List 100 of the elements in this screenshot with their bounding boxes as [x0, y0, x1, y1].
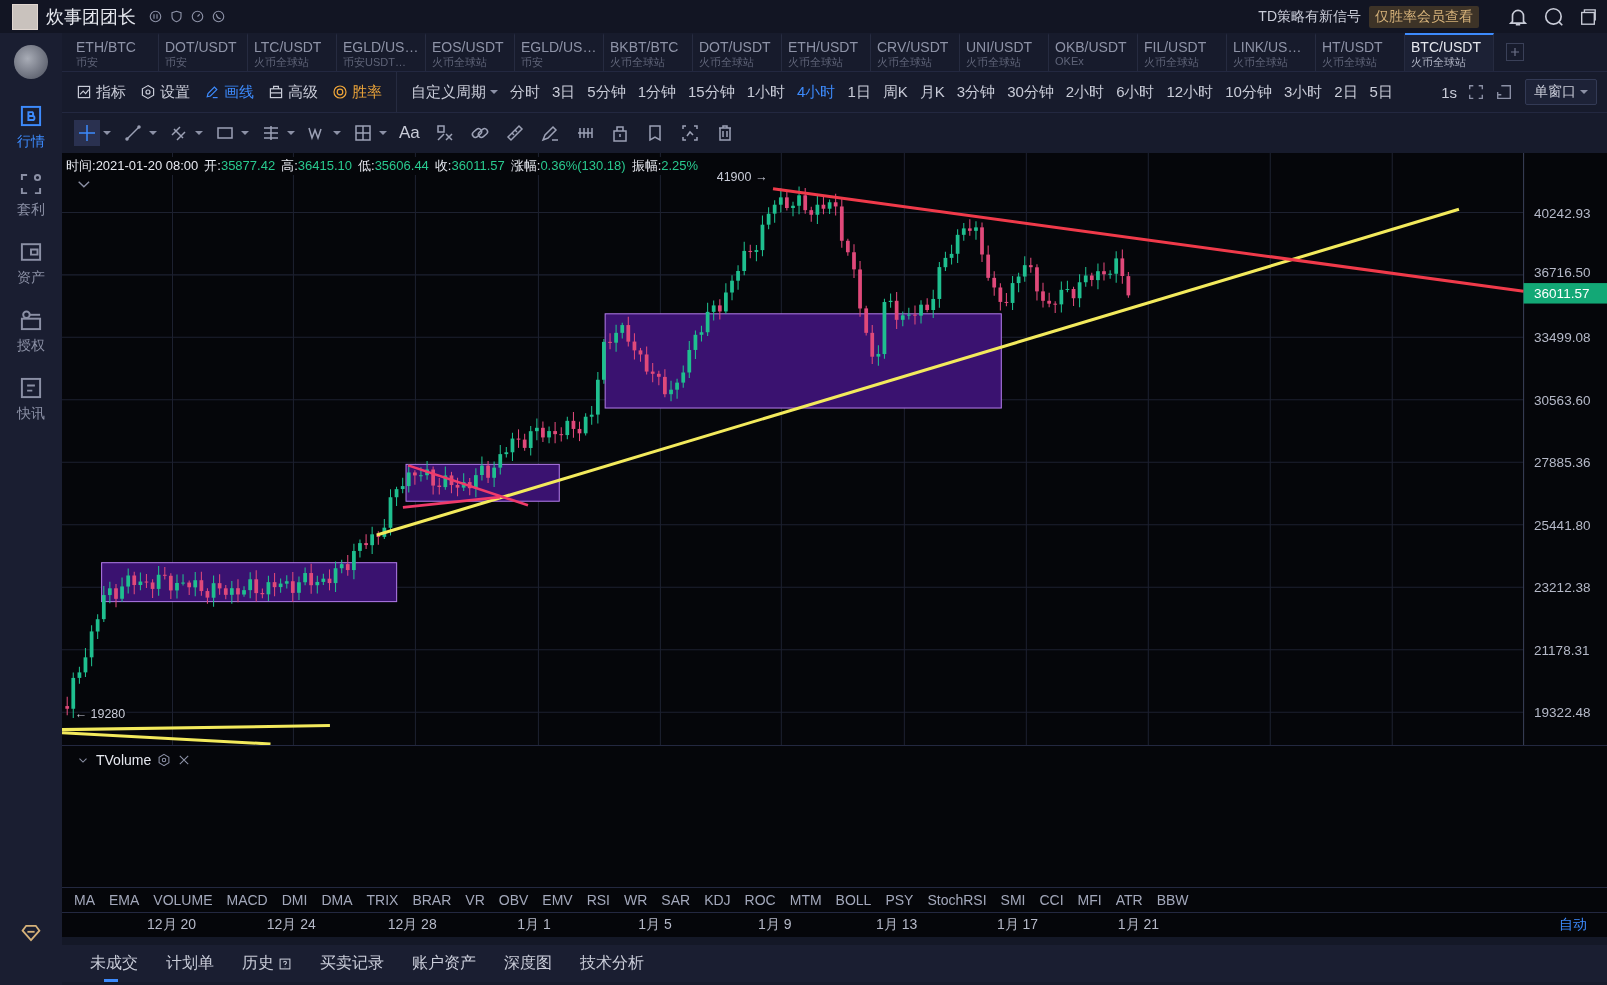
user-name: 炊事团团长: [46, 5, 136, 29]
indicator-button[interactable]: BRAR: [412, 892, 452, 908]
sidebar-item[interactable]: 授权: [17, 307, 45, 355]
period-option[interactable]: 2日: [1328, 82, 1364, 102]
indicator-button[interactable]: EMV: [542, 892, 573, 908]
bottom-tab[interactable]: 买卖记录: [306, 945, 398, 982]
pair-tab[interactable]: LTC/USDT 火币全球站: [248, 33, 337, 71]
indicator-button[interactable]: DMI: [281, 892, 308, 908]
chart-tool-button[interactable]: 高级: [268, 82, 318, 102]
indicator-button[interactable]: VOLUME: [153, 892, 213, 908]
ohlc-field: 开:35877.42: [204, 157, 276, 175]
period-option[interactable]: 周K: [876, 82, 914, 102]
pair-tab[interactable]: OKB/USDT OKEx: [1049, 33, 1138, 71]
period-option[interactable]: 5分钟: [581, 82, 632, 102]
date-axis-label: 1月 13: [876, 916, 918, 934]
period-option[interactable]: 4小时: [791, 82, 842, 102]
date-axis-label: 1月 1: [517, 916, 551, 934]
ohlc-field: 时间:2021-01-20 08:00: [66, 157, 199, 175]
indicator-button[interactable]: EMA: [109, 892, 140, 908]
bottom-tab[interactable]: 深度图: [490, 945, 566, 982]
chart-tool-button[interactable]: 指标: [76, 82, 126, 102]
indicator-button[interactable]: RSI: [586, 892, 610, 908]
signal-notice[interactable]: TD策略有新信号: [1258, 7, 1361, 26]
window-mode-dropdown[interactable]: 单窗口: [1525, 79, 1597, 105]
pair-tab[interactable]: EOS/USDT 火币全球站: [426, 33, 515, 71]
bottom-tab[interactable]: 历史: [228, 945, 306, 982]
indicator-button[interactable]: CCI: [1039, 892, 1064, 908]
period-option[interactable]: 30分钟: [1001, 82, 1060, 102]
period-option[interactable]: 3日: [546, 82, 582, 102]
pair-tab[interactable]: UNI/USDT 火币全球站: [960, 33, 1049, 71]
high-price-marker: 41900 →: [716, 169, 768, 184]
period-option[interactable]: 1分钟: [631, 82, 683, 102]
last-price-tag: 36011.57: [1523, 283, 1607, 304]
indicator-button[interactable]: WR: [624, 892, 648, 908]
pair-tab[interactable]: ETH/USDT 火币全球站: [782, 33, 871, 71]
ohlc-field: 涨幅:0.36%(130.18): [510, 157, 626, 175]
sidebar-item[interactable]: 资产: [17, 239, 45, 287]
indicator-button[interactable]: MFI: [1077, 892, 1102, 908]
price-axis-label: 33499.08: [1534, 330, 1591, 346]
scale-mode-button[interactable]: 自动: [1559, 916, 1587, 934]
text-tool-button[interactable]: Aa: [396, 120, 423, 146]
chart-tool-button[interactable]: 胜率: [332, 82, 382, 102]
period-option[interactable]: 15分钟: [682, 82, 741, 102]
refresh-interval[interactable]: 1s: [1441, 83, 1457, 101]
pair-tab[interactable]: EGLD/US… 币安: [515, 33, 604, 71]
indicator-button[interactable]: MA: [74, 892, 95, 908]
pair-tab[interactable]: CRV/USDT 火币全球站: [871, 33, 960, 71]
indicator-button[interactable]: DMA: [321, 892, 353, 908]
period-option[interactable]: 分时: [504, 82, 546, 102]
indicator-button[interactable]: BOLL: [835, 892, 872, 908]
pair-tab[interactable]: DOT/USDT 火币全球站: [693, 33, 782, 71]
member-badge[interactable]: 仅胜率会员查看: [1369, 5, 1479, 28]
pair-tab[interactable]: BKBT/BTC 火币全球站: [604, 33, 693, 71]
period-option[interactable]: 1日: [841, 82, 877, 102]
period-option[interactable]: 5日: [1363, 82, 1399, 102]
indicator-button[interactable]: StochRSI: [927, 892, 987, 908]
price-axis-label: 19322.48: [1534, 705, 1591, 721]
date-axis-label: 1月 5: [638, 916, 672, 934]
pair-tab[interactable]: ETH/BTC 币安: [70, 33, 159, 71]
pair-tab[interactable]: EGLD/US… 币安USDT…: [337, 33, 426, 71]
period-option[interactable]: 3分钟: [950, 82, 1002, 102]
indicator-button[interactable]: TRIX: [366, 892, 399, 908]
period-option[interactable]: 3小时: [1277, 82, 1329, 102]
indicator-button[interactable]: SAR: [661, 892, 691, 908]
bottom-tab[interactable]: 未成交: [76, 945, 152, 982]
ohlc-field: 振幅:2.25%: [631, 157, 699, 175]
indicator-button[interactable]: ATR: [1115, 892, 1143, 908]
pair-tab[interactable]: BTC/USDT 火币全球站: [1405, 33, 1494, 71]
period-option[interactable]: 2小时: [1059, 82, 1111, 102]
indicator-button[interactable]: MTM: [789, 892, 822, 908]
pair-tab[interactable]: FIL/USDT 火币全球站: [1138, 33, 1227, 71]
period-option[interactable]: 1小时: [740, 82, 792, 102]
price-axis-label: 30563.60: [1534, 393, 1591, 408]
sidebar-item[interactable]: 快讯: [17, 375, 45, 423]
indicator-button[interactable]: BBW: [1156, 892, 1189, 908]
period-option[interactable]: 12小时: [1160, 82, 1220, 102]
period-option[interactable]: 10分钟: [1219, 82, 1278, 102]
bottom-tab[interactable]: 计划单: [152, 945, 228, 982]
pair-tab[interactable]: DOT/USDT 币安: [159, 33, 248, 71]
sidebar-item[interactable]: 行情: [17, 103, 45, 151]
bottom-tab[interactable]: 账户资产: [398, 945, 490, 982]
indicator-button[interactable]: VR: [465, 892, 485, 908]
chart-tool-button[interactable]: 画线: [204, 82, 254, 102]
custom-period-dropdown[interactable]: 自定义周期: [411, 82, 498, 102]
indicator-button[interactable]: SMI: [1000, 892, 1026, 908]
bottom-tab[interactable]: 技术分析: [566, 945, 658, 982]
indicator-button[interactable]: OBV: [498, 892, 529, 908]
indicator-button[interactable]: MACD: [226, 892, 268, 908]
date-axis-label: 1月 21: [1117, 916, 1159, 934]
pair-tab[interactable]: LINK/US… 火币全球站: [1227, 33, 1316, 71]
period-option[interactable]: 月K: [913, 82, 951, 102]
indicator-button[interactable]: PSY: [885, 892, 914, 908]
chart-tool-button[interactable]: 设置: [140, 82, 190, 102]
ohlc-field: 高:36415.10: [281, 157, 352, 175]
indicator-button[interactable]: ROC: [744, 892, 776, 908]
indicator-button[interactable]: KDJ: [704, 892, 731, 908]
period-option[interactable]: 6小时: [1110, 82, 1161, 102]
pane-title: TVolume: [96, 752, 152, 768]
price-axis-label: 27885.36: [1534, 455, 1591, 471]
sidebar-item[interactable]: 套利: [17, 171, 45, 219]
